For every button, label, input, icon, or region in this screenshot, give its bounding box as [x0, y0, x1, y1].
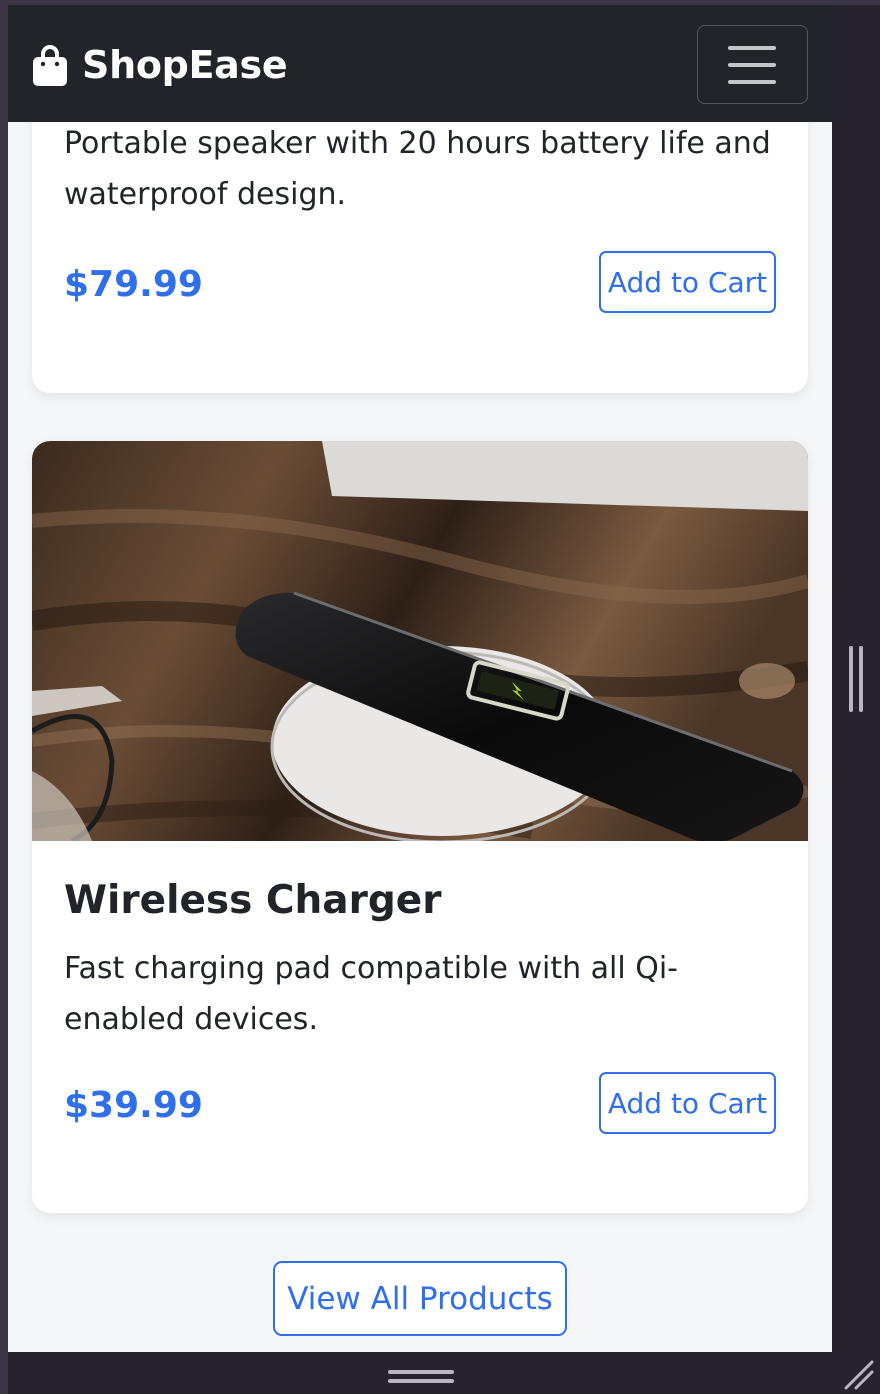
- navbar: ShopEase: [8, 5, 832, 122]
- product-price: $39.99: [64, 1085, 203, 1126]
- brand-link[interactable]: ShopEase: [32, 43, 288, 87]
- brand-name: ShopEase: [82, 43, 288, 87]
- navbar-toggler-button[interactable]: [697, 25, 808, 104]
- resize-grip-icon[interactable]: [842, 1358, 874, 1390]
- window-frame-left: [0, 0, 8, 1394]
- add-to-cart-button[interactable]: Add to Cart: [599, 1072, 776, 1134]
- product-image: [32, 441, 808, 841]
- shopping-bag-icon: [33, 45, 67, 86]
- vertical-resize-handle[interactable]: [849, 646, 865, 712]
- product-price: $79.99: [64, 264, 203, 305]
- add-to-cart-button[interactable]: Add to Cart: [599, 251, 776, 313]
- product-title: Wireless Charger: [64, 878, 442, 923]
- product-description: Fast charging pad compatible with all Qi…: [64, 951, 679, 1037]
- page-viewport[interactable]: Portable speaker with 20 hours battery l…: [8, 5, 832, 1352]
- view-all-products-button[interactable]: View All Products: [273, 1261, 567, 1336]
- product-card: Wireless Charger Fast charging pad compa…: [32, 441, 808, 1213]
- product-description: Portable speaker with 20 hours battery l…: [64, 126, 771, 212]
- horizontal-resize-handle[interactable]: [388, 1370, 454, 1384]
